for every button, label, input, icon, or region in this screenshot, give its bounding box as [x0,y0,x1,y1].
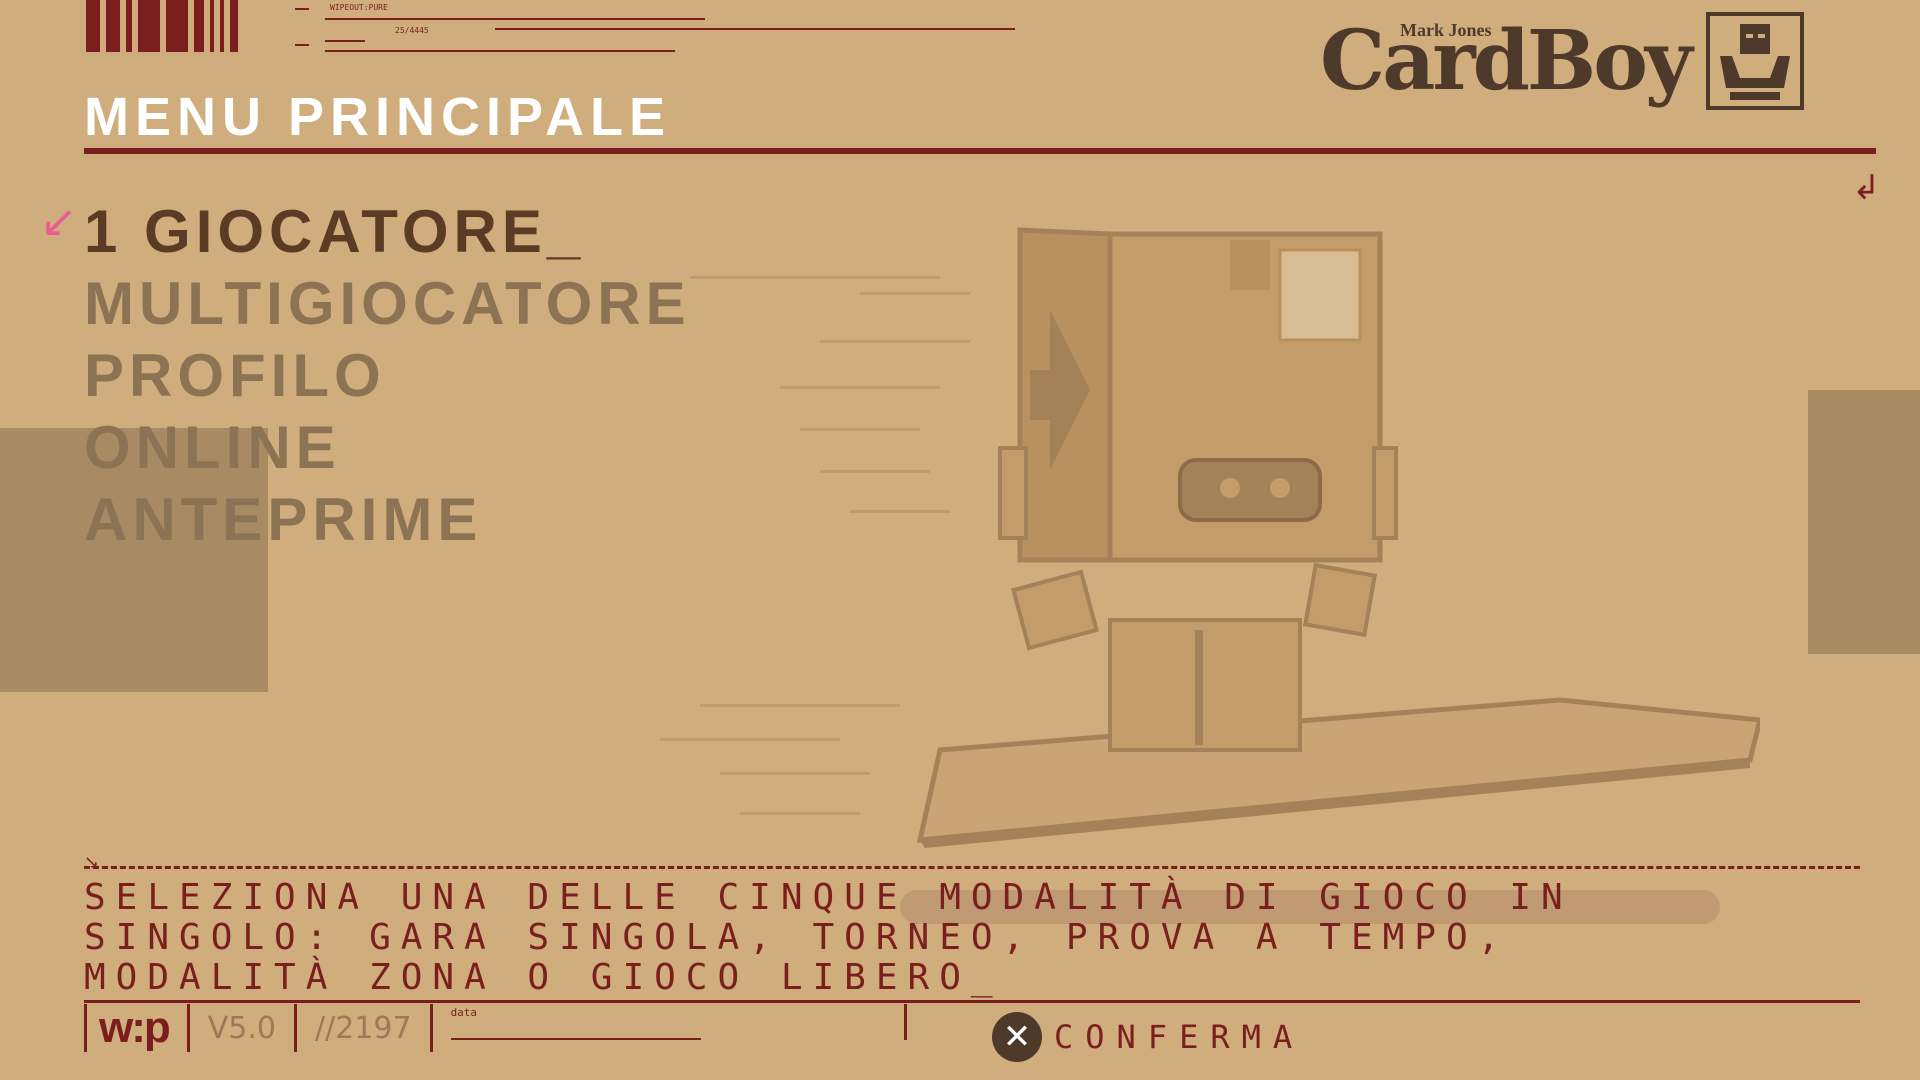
menu-item-online[interactable]: ONLINE [84,412,691,484]
confirm-button[interactable]: ✕ CONFERMA [992,1012,1304,1062]
character-eyes [1178,458,1322,522]
cardboy-logo: Mark Jones CardBoy [1320,12,1804,110]
menu-item-single-player[interactable]: 1 GIOCATORE_ [84,196,691,268]
data-indicator: data [433,1004,713,1052]
logo-brand-text: CardBoy [1320,13,1693,109]
selection-cursor-icon: ↙ [40,196,77,247]
page-title: MENU PRINCIPALE [84,87,672,147]
menu-item-profile[interactable]: PROFILO [84,340,691,412]
title-divider [84,148,1876,154]
wip-logo: w:p [99,1003,171,1052]
speed-line [700,704,900,707]
main-menu: 1 GIOCATORE_ MULTIGIOCATORE PROFILO ONLI… [84,196,691,556]
hands-box-icon [1705,12,1804,110]
footer-tick [904,1004,907,1040]
speed-line [720,772,870,775]
header-code-2: 25/4445 [395,26,429,35]
character-legs [1108,618,1302,752]
character-arm-right [1302,562,1378,638]
cardboy-character-illustration [916,227,1760,848]
menu-item-previews[interactable]: ANTEPRIME [84,484,691,556]
background-shade-right [1808,390,1920,654]
header-code-1: WIPEOUT:PURE [330,3,388,12]
build-code-text: //2197 [315,1010,412,1046]
description-divider [84,866,1860,869]
corner-arrow-icon: ↲ [1852,168,1881,208]
data-label: data [450,1006,478,1019]
mode-description: SELEZIONA UNA DELLE CINQUE MODALITÀ DI G… [84,877,1573,998]
menu-item-multiplayer[interactable]: MULTIGIOCATORE [84,268,691,340]
data-line [450,1038,701,1040]
footer-divider [84,1000,1860,1003]
barcode-decoration [86,0,238,52]
speed-line [660,738,840,741]
hoverboard [916,697,1760,843]
character-sticker [1278,248,1362,342]
cross-button-icon: ✕ [992,1012,1042,1062]
version-text: V5.0 [207,1010,276,1046]
logo-subtitle: Mark Jones [1400,20,1492,40]
speed-line [740,812,860,815]
description-marker-icon: ↘ [84,852,100,873]
character-arm-left [1010,569,1100,651]
footer-bar: w:p V5.0 //2197 data [84,1003,713,1052]
confirm-label: CONFERMA [1054,1018,1305,1056]
